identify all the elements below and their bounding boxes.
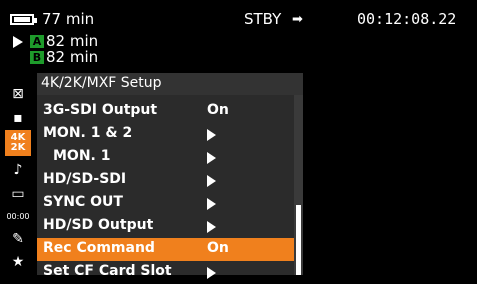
chevron-right-icon <box>207 198 216 210</box>
camera-icon[interactable]: ▪ <box>5 108 31 128</box>
menu-item-mon-1[interactable]: MON. 1 <box>37 146 294 169</box>
menu-item-hd-sd-output[interactable]: HD/SD Output <box>37 215 294 238</box>
timecode: 00:12:08.22 <box>357 10 457 28</box>
menu-item-sync-out[interactable]: SYNC OUT <box>37 192 294 215</box>
timecode-icon[interactable]: 00:00 <box>5 206 31 226</box>
menu-title: 4K/2K/MXF Setup <box>41 75 162 91</box>
slot-b-badge: B <box>30 51 44 64</box>
setup-menu: 4K/2K/MXF Setup 3G-SDI Output On MON. 1 … <box>37 73 303 279</box>
chevron-right-icon <box>207 175 216 187</box>
menu-item-mon-1-2[interactable]: MON. 1 & 2 <box>37 123 294 146</box>
chevron-right-icon <box>207 129 216 141</box>
menu-item-hd-sd-sdi[interactable]: HD/SD-SDI <box>37 169 294 192</box>
scrollbar-thumb[interactable] <box>296 205 301 275</box>
menu-scrollbar[interactable] <box>294 95 303 275</box>
menu-item-3g-sdi-output[interactable]: 3G-SDI Output On <box>37 100 294 123</box>
slot-a-badge: A <box>30 35 44 48</box>
status-area: 77 min A 82 min B 82 min STBY ➡ 00:12:08… <box>0 0 477 70</box>
star-icon[interactable]: ★ <box>5 252 31 272</box>
display-icon[interactable]: ▭ <box>5 184 31 204</box>
menu-item-set-cf-card-slot[interactable]: Set CF Card Slot <box>37 261 294 284</box>
battery-time: 77 min <box>42 10 95 28</box>
menu-category-column: ⊠ ▪ 4K 2K ♪ ▭ 00:00 ✎ ★ <box>0 84 37 275</box>
battery-icon <box>10 14 37 25</box>
mode-status: STBY <box>244 10 282 28</box>
chevron-right-icon <box>207 221 216 233</box>
chevron-right-icon <box>207 152 216 164</box>
slot-b-time: 82 min <box>46 48 99 66</box>
menu-list: 3G-SDI Output On MON. 1 & 2 MON. 1 HD/SD… <box>37 95 294 279</box>
menu-item-rec-command[interactable]: Rec Command On <box>37 238 294 261</box>
chevron-right-icon <box>207 267 216 279</box>
close-icon[interactable]: ⊠ <box>5 84 31 104</box>
audio-icon[interactable]: ♪ <box>5 160 31 180</box>
wrench-icon[interactable]: ✎ <box>5 229 31 249</box>
menu-header: 4K/2K/MXF Setup <box>37 73 303 95</box>
play-icon <box>13 36 23 48</box>
arrow-right-icon: ➡ <box>292 12 303 27</box>
4k2k-icon[interactable]: 4K 2K <box>5 130 31 156</box>
